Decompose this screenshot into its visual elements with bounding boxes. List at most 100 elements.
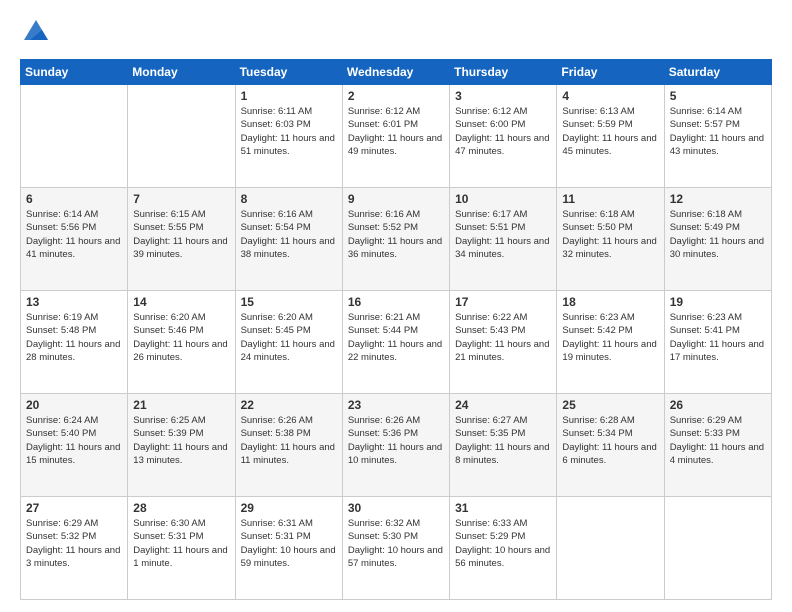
calendar-cell xyxy=(128,85,235,188)
day-number: 22 xyxy=(241,398,337,412)
day-number: 26 xyxy=(670,398,766,412)
day-number: 9 xyxy=(348,192,444,206)
cell-info: Sunrise: 6:12 AMSunset: 6:00 PMDaylight:… xyxy=(455,105,551,158)
calendar-week-row: 13 Sunrise: 6:19 AMSunset: 5:48 PMDayligh… xyxy=(21,291,772,394)
cell-info: Sunrise: 6:29 AMSunset: 5:33 PMDaylight:… xyxy=(670,414,766,467)
calendar-cell: 9 Sunrise: 6:16 AMSunset: 5:52 PMDaylight… xyxy=(342,188,449,291)
cell-info: Sunrise: 6:26 AMSunset: 5:36 PMDaylight:… xyxy=(348,414,444,467)
day-number: 8 xyxy=(241,192,337,206)
cell-info: Sunrise: 6:33 AMSunset: 5:29 PMDaylight:… xyxy=(455,517,551,570)
day-number: 11 xyxy=(562,192,658,206)
cell-info: Sunrise: 6:18 AMSunset: 5:50 PMDaylight:… xyxy=(562,208,658,261)
cell-info: Sunrise: 6:20 AMSunset: 5:46 PMDaylight:… xyxy=(133,311,229,364)
calendar-cell: 3 Sunrise: 6:12 AMSunset: 6:00 PMDaylight… xyxy=(450,85,557,188)
logo xyxy=(20,16,50,49)
day-number: 30 xyxy=(348,501,444,515)
calendar-cell: 10 Sunrise: 6:17 AMSunset: 5:51 PMDayligh… xyxy=(450,188,557,291)
cell-info: Sunrise: 6:31 AMSunset: 5:31 PMDaylight:… xyxy=(241,517,337,570)
calendar-page: SundayMondayTuesdayWednesdayThursdayFrid… xyxy=(0,0,792,612)
cell-info: Sunrise: 6:15 AMSunset: 5:55 PMDaylight:… xyxy=(133,208,229,261)
calendar-cell: 22 Sunrise: 6:26 AMSunset: 5:38 PMDayligh… xyxy=(235,394,342,497)
calendar-cell xyxy=(21,85,128,188)
calendar-cell: 31 Sunrise: 6:33 AMSunset: 5:29 PMDayligh… xyxy=(450,497,557,600)
cell-info: Sunrise: 6:26 AMSunset: 5:38 PMDaylight:… xyxy=(241,414,337,467)
calendar-cell: 20 Sunrise: 6:24 AMSunset: 5:40 PMDayligh… xyxy=(21,394,128,497)
calendar-cell: 18 Sunrise: 6:23 AMSunset: 5:42 PMDayligh… xyxy=(557,291,664,394)
weekday-header: Sunday xyxy=(21,60,128,85)
day-number: 12 xyxy=(670,192,766,206)
day-number: 24 xyxy=(455,398,551,412)
header xyxy=(20,16,772,49)
day-number: 14 xyxy=(133,295,229,309)
day-number: 31 xyxy=(455,501,551,515)
cell-info: Sunrise: 6:23 AMSunset: 5:42 PMDaylight:… xyxy=(562,311,658,364)
day-number: 1 xyxy=(241,89,337,103)
day-number: 10 xyxy=(455,192,551,206)
cell-info: Sunrise: 6:20 AMSunset: 5:45 PMDaylight:… xyxy=(241,311,337,364)
calendar-week-row: 20 Sunrise: 6:24 AMSunset: 5:40 PMDayligh… xyxy=(21,394,772,497)
day-number: 3 xyxy=(455,89,551,103)
cell-info: Sunrise: 6:14 AMSunset: 5:57 PMDaylight:… xyxy=(670,105,766,158)
cell-info: Sunrise: 6:24 AMSunset: 5:40 PMDaylight:… xyxy=(26,414,122,467)
cell-info: Sunrise: 6:21 AMSunset: 5:44 PMDaylight:… xyxy=(348,311,444,364)
day-number: 28 xyxy=(133,501,229,515)
cell-info: Sunrise: 6:12 AMSunset: 6:01 PMDaylight:… xyxy=(348,105,444,158)
cell-info: Sunrise: 6:16 AMSunset: 5:52 PMDaylight:… xyxy=(348,208,444,261)
calendar-cell xyxy=(557,497,664,600)
weekday-header: Wednesday xyxy=(342,60,449,85)
calendar-cell: 14 Sunrise: 6:20 AMSunset: 5:46 PMDayligh… xyxy=(128,291,235,394)
calendar-cell: 24 Sunrise: 6:27 AMSunset: 5:35 PMDayligh… xyxy=(450,394,557,497)
calendar-cell: 28Sunrise: 6:30 AMSunset: 5:31 PMDayligh… xyxy=(128,497,235,600)
calendar-cell: 30 Sunrise: 6:32 AMSunset: 5:30 PMDayligh… xyxy=(342,497,449,600)
calendar-week-row: 27 Sunrise: 6:29 AMSunset: 5:32 PMDayligh… xyxy=(21,497,772,600)
calendar-cell: 7 Sunrise: 6:15 AMSunset: 5:55 PMDaylight… xyxy=(128,188,235,291)
day-number: 19 xyxy=(670,295,766,309)
day-number: 16 xyxy=(348,295,444,309)
cell-info: Sunrise: 6:19 AMSunset: 5:48 PMDaylight:… xyxy=(26,311,122,364)
weekday-header: Monday xyxy=(128,60,235,85)
calendar-cell: 8Sunrise: 6:16 AMSunset: 5:54 PMDaylight… xyxy=(235,188,342,291)
cell-info: Sunrise: 6:14 AMSunset: 5:56 PMDaylight:… xyxy=(26,208,122,261)
day-number: 7 xyxy=(133,192,229,206)
weekday-header: Saturday xyxy=(664,60,771,85)
weekday-header: Tuesday xyxy=(235,60,342,85)
day-number: 27 xyxy=(26,501,122,515)
calendar-week-row: 1 Sunrise: 6:11 AMSunset: 6:03 PMDaylight… xyxy=(21,85,772,188)
day-number: 18 xyxy=(562,295,658,309)
weekday-header: Thursday xyxy=(450,60,557,85)
day-number: 29 xyxy=(241,501,337,515)
day-number: 21 xyxy=(133,398,229,412)
calendar-cell: 4 Sunrise: 6:13 AMSunset: 5:59 PMDaylight… xyxy=(557,85,664,188)
calendar-cell: 12Sunrise: 6:18 AMSunset: 5:49 PMDayligh… xyxy=(664,188,771,291)
cell-info: Sunrise: 6:11 AMSunset: 6:03 PMDaylight:… xyxy=(241,105,337,158)
calendar-cell: 26 Sunrise: 6:29 AMSunset: 5:33 PMDayligh… xyxy=(664,394,771,497)
calendar-table: SundayMondayTuesdayWednesdayThursdayFrid… xyxy=(20,59,772,600)
day-number: 5 xyxy=(670,89,766,103)
cell-info: Sunrise: 6:17 AMSunset: 5:51 PMDaylight:… xyxy=(455,208,551,261)
calendar-cell: 13 Sunrise: 6:19 AMSunset: 5:48 PMDayligh… xyxy=(21,291,128,394)
calendar-cell: 21 Sunrise: 6:25 AMSunset: 5:39 PMDayligh… xyxy=(128,394,235,497)
day-number: 6 xyxy=(26,192,122,206)
cell-info: Sunrise: 6:27 AMSunset: 5:35 PMDaylight:… xyxy=(455,414,551,467)
weekday-header: Friday xyxy=(557,60,664,85)
day-number: 13 xyxy=(26,295,122,309)
calendar-cell: 17Sunrise: 6:22 AMSunset: 5:43 PMDayligh… xyxy=(450,291,557,394)
calendar-cell: 19Sunrise: 6:23 AMSunset: 5:41 PMDayligh… xyxy=(664,291,771,394)
calendar-cell: 23Sunrise: 6:26 AMSunset: 5:36 PMDayligh… xyxy=(342,394,449,497)
calendar-cell: 16 Sunrise: 6:21 AMSunset: 5:44 PMDayligh… xyxy=(342,291,449,394)
cell-info: Sunrise: 6:29 AMSunset: 5:32 PMDaylight:… xyxy=(26,517,122,570)
calendar-cell: 25Sunrise: 6:28 AMSunset: 5:34 PMDayligh… xyxy=(557,394,664,497)
day-number: 4 xyxy=(562,89,658,103)
cell-info: Sunrise: 6:28 AMSunset: 5:34 PMDaylight:… xyxy=(562,414,658,467)
cell-info: Sunrise: 6:25 AMSunset: 5:39 PMDaylight:… xyxy=(133,414,229,467)
day-number: 20 xyxy=(26,398,122,412)
calendar-cell: 15Sunrise: 6:20 AMSunset: 5:45 PMDayligh… xyxy=(235,291,342,394)
day-number: 2 xyxy=(348,89,444,103)
weekday-header-row: SundayMondayTuesdayWednesdayThursdayFrid… xyxy=(21,60,772,85)
calendar-cell: 27 Sunrise: 6:29 AMSunset: 5:32 PMDayligh… xyxy=(21,497,128,600)
cell-info: Sunrise: 6:13 AMSunset: 5:59 PMDaylight:… xyxy=(562,105,658,158)
calendar-cell: 2 Sunrise: 6:12 AMSunset: 6:01 PMDaylight… xyxy=(342,85,449,188)
day-number: 17 xyxy=(455,295,551,309)
calendar-cell: 29 Sunrise: 6:31 AMSunset: 5:31 PMDayligh… xyxy=(235,497,342,600)
cell-info: Sunrise: 6:32 AMSunset: 5:30 PMDaylight:… xyxy=(348,517,444,570)
